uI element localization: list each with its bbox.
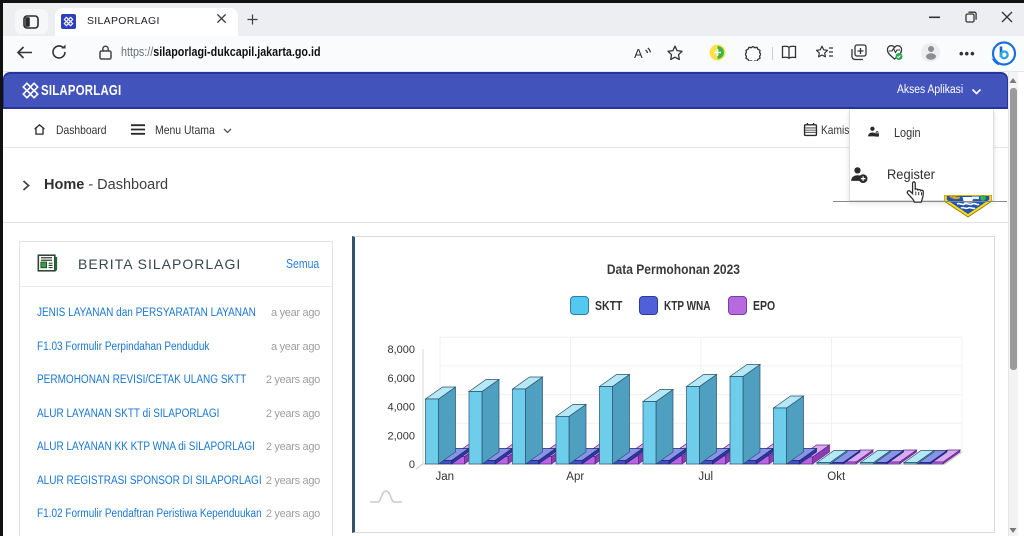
svg-text:0: 0 bbox=[409, 459, 415, 471]
svg-text:Jul: Jul bbox=[698, 471, 713, 483]
svg-text:4,000: 4,000 bbox=[387, 402, 415, 414]
svg-text:Apr: Apr bbox=[566, 471, 584, 483]
svg-text:8,000: 8,000 bbox=[387, 344, 415, 356]
svg-text:2,000: 2,000 bbox=[387, 430, 415, 442]
svg-text:Okt: Okt bbox=[827, 471, 846, 483]
svg-text:A: A bbox=[634, 46, 643, 60]
svg-text:6,000: 6,000 bbox=[387, 373, 415, 385]
svg-text:Jan: Jan bbox=[435, 471, 454, 483]
